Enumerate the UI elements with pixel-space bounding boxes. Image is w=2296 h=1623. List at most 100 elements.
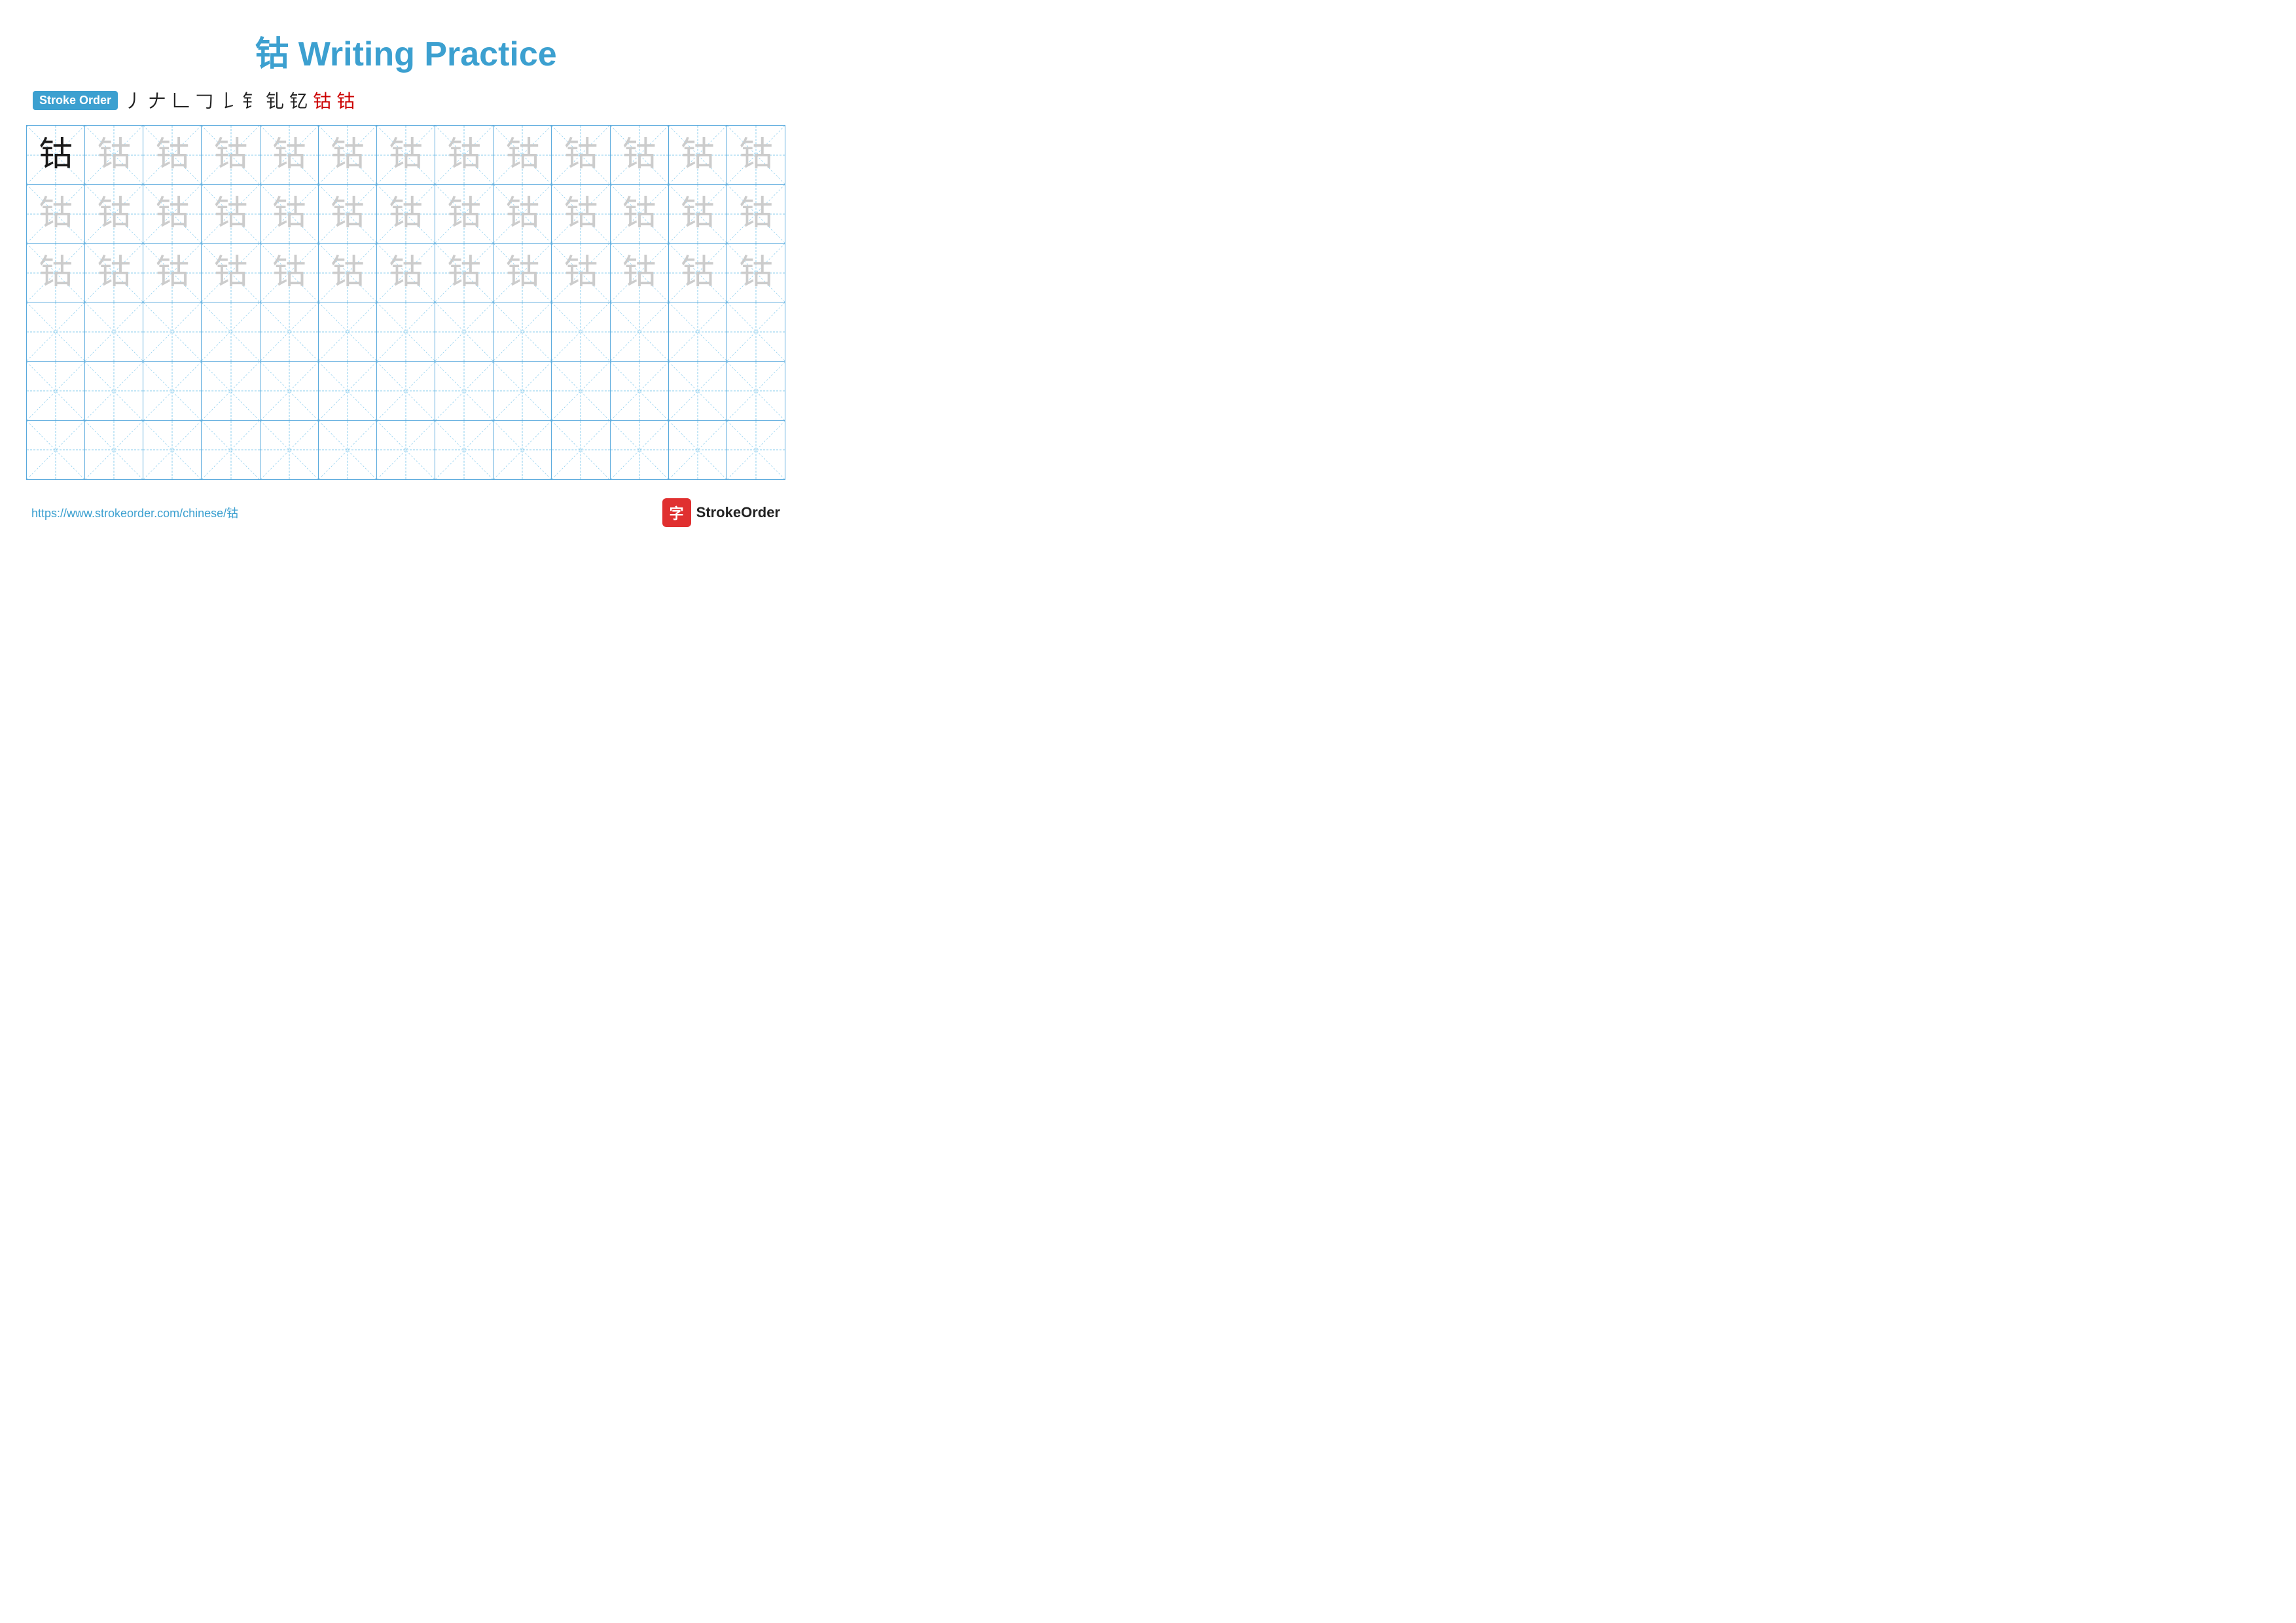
grid-cell bbox=[260, 302, 319, 361]
grid-cell bbox=[435, 421, 493, 479]
cell-character-light: 钴 bbox=[505, 138, 539, 172]
practice-grid: 钴 钴 钴 钴 钴 钴 钴 钴 bbox=[26, 125, 785, 480]
grid-cell bbox=[552, 421, 610, 479]
cell-character-light: 钴 bbox=[622, 256, 656, 290]
stroke-6: 钅 bbox=[242, 87, 260, 113]
grid-cell: 钴 bbox=[435, 185, 493, 243]
cell-character-light: 钴 bbox=[739, 138, 773, 172]
cell-character-light: 钴 bbox=[39, 197, 73, 231]
cell-character-light: 钴 bbox=[214, 197, 248, 231]
grid-row: 钴 钴 钴 钴 钴 钴 钴 钴 bbox=[27, 244, 785, 302]
page-title: 钴 Writing Practice bbox=[26, 26, 785, 75]
cell-character-light: 钴 bbox=[155, 138, 189, 172]
grid-cell: 钴 bbox=[319, 126, 377, 184]
grid-cell bbox=[319, 421, 377, 479]
grid-cell bbox=[319, 302, 377, 361]
grid-cell bbox=[85, 302, 143, 361]
grid-cell: 钴 bbox=[85, 185, 143, 243]
cell-character-light: 钴 bbox=[447, 256, 481, 290]
cell-character-light: 钴 bbox=[97, 197, 131, 231]
cell-character-light: 钴 bbox=[681, 138, 715, 172]
grid-cell: 钴 bbox=[27, 126, 85, 184]
grid-cell bbox=[27, 362, 85, 420]
grid-cell: 钴 bbox=[27, 244, 85, 302]
stroke-9: 钴 bbox=[313, 87, 331, 113]
cell-character-light: 钴 bbox=[97, 256, 131, 290]
cell-character-light: 钴 bbox=[622, 138, 656, 172]
stroke-order-badge: Stroke Order bbox=[33, 91, 118, 110]
grid-cell: 钴 bbox=[143, 244, 202, 302]
grid-cell bbox=[27, 421, 85, 479]
grid-cell bbox=[85, 421, 143, 479]
cell-character-light: 钴 bbox=[155, 256, 189, 290]
grid-cell bbox=[435, 362, 493, 420]
cell-character-light: 钴 bbox=[681, 256, 715, 290]
grid-cell: 钴 bbox=[143, 126, 202, 184]
cell-character-light: 钴 bbox=[389, 138, 423, 172]
grid-cell bbox=[611, 362, 669, 420]
cell-character-light: 钴 bbox=[97, 138, 131, 172]
cell-character-light: 钴 bbox=[622, 197, 656, 231]
logo-text: StrokeOrder bbox=[696, 504, 780, 521]
grid-cell: 钴 bbox=[260, 126, 319, 184]
cell-character-light: 钴 bbox=[272, 197, 306, 231]
grid-cell bbox=[85, 362, 143, 420]
cell-character-light: 钴 bbox=[272, 138, 306, 172]
grid-cell: 钴 bbox=[377, 185, 435, 243]
stroke-7: 钆 bbox=[266, 87, 284, 113]
grid-cell bbox=[202, 362, 260, 420]
grid-cell: 钴 bbox=[552, 185, 610, 243]
logo-icon: 字 bbox=[662, 498, 691, 527]
grid-row: 钴 钴 钴 钴 钴 钴 钴 钴 bbox=[27, 185, 785, 244]
cell-character-light: 钴 bbox=[155, 197, 189, 231]
stroke-4: 𠃌 bbox=[195, 87, 213, 113]
grid-cell bbox=[611, 421, 669, 479]
grid-cell: 钴 bbox=[143, 185, 202, 243]
cell-character-light: 钴 bbox=[564, 197, 598, 231]
grid-cell bbox=[377, 421, 435, 479]
cell-character-light: 钴 bbox=[331, 197, 365, 231]
stroke-8: 钇 bbox=[289, 87, 308, 113]
cell-character-light: 钴 bbox=[214, 138, 248, 172]
grid-cell bbox=[377, 302, 435, 361]
grid-cell bbox=[260, 362, 319, 420]
grid-cell: 钴 bbox=[377, 244, 435, 302]
grid-cell bbox=[611, 302, 669, 361]
grid-cell: 钴 bbox=[552, 244, 610, 302]
grid-cell bbox=[377, 362, 435, 420]
cell-character-light: 钴 bbox=[681, 197, 715, 231]
grid-cell: 钴 bbox=[319, 185, 377, 243]
cell-character-light: 钴 bbox=[739, 197, 773, 231]
grid-cell bbox=[493, 302, 552, 361]
cell-character-light: 钴 bbox=[447, 138, 481, 172]
grid-cell: 钴 bbox=[85, 244, 143, 302]
grid-cell: 钴 bbox=[727, 244, 785, 302]
cell-character-light: 钴 bbox=[739, 256, 773, 290]
footer-url: https://www.strokeorder.com/chinese/钴 bbox=[31, 504, 238, 521]
cell-character-light: 钴 bbox=[39, 256, 73, 290]
grid-cell bbox=[727, 302, 785, 361]
grid-cell bbox=[143, 362, 202, 420]
grid-cell bbox=[435, 302, 493, 361]
grid-cell: 钴 bbox=[27, 185, 85, 243]
grid-cell bbox=[552, 302, 610, 361]
grid-cell: 钴 bbox=[552, 126, 610, 184]
grid-cell: 钴 bbox=[319, 244, 377, 302]
stroke-10: 钴 bbox=[336, 87, 355, 113]
grid-cell: 钴 bbox=[727, 126, 785, 184]
footer-logo: 字 StrokeOrder bbox=[662, 498, 780, 527]
grid-cell bbox=[669, 362, 727, 420]
grid-cell bbox=[669, 302, 727, 361]
cell-character-light: 钴 bbox=[389, 197, 423, 231]
grid-row: 钴 钴 钴 钴 钴 钴 钴 钴 bbox=[27, 126, 785, 185]
grid-cell: 钴 bbox=[435, 244, 493, 302]
stroke-5: 𠄌 bbox=[219, 87, 237, 113]
cell-character-light: 钴 bbox=[505, 256, 539, 290]
grid-cell bbox=[669, 421, 727, 479]
grid-cell bbox=[143, 302, 202, 361]
grid-cell: 钴 bbox=[611, 185, 669, 243]
cell-character-light: 钴 bbox=[214, 256, 248, 290]
grid-cell bbox=[552, 362, 610, 420]
grid-cell bbox=[727, 421, 785, 479]
grid-cell bbox=[493, 421, 552, 479]
